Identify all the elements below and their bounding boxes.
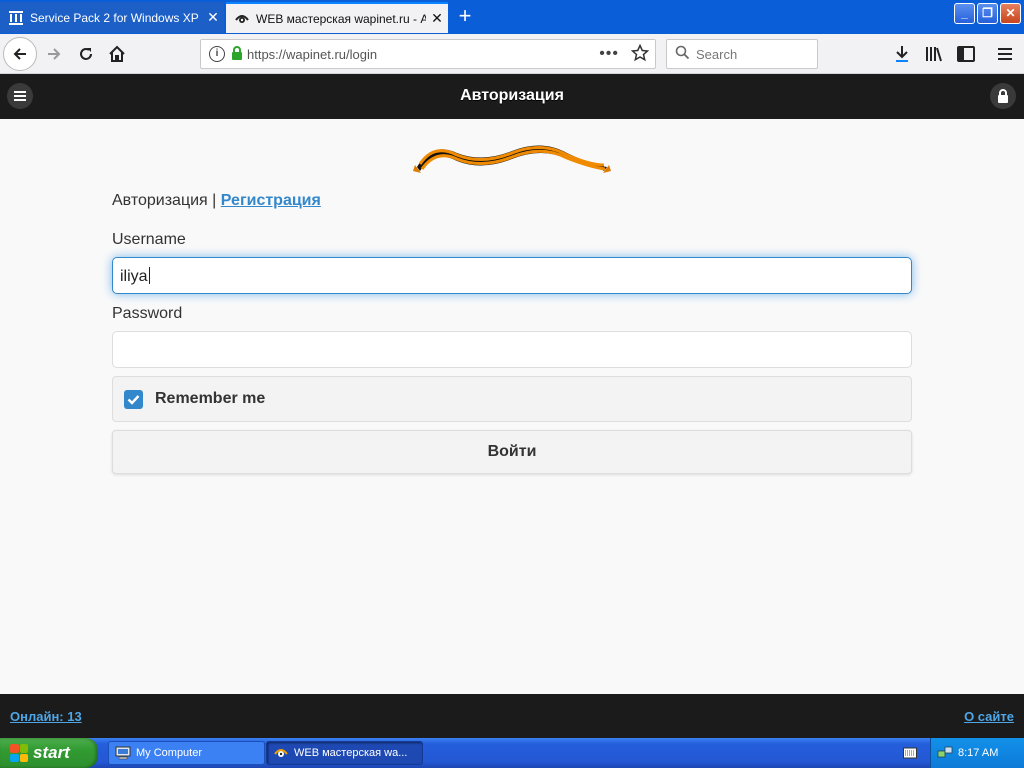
close-window-button[interactable]: ✕	[1000, 3, 1021, 24]
login-lock-button[interactable]	[990, 83, 1016, 109]
network-icon[interactable]	[937, 745, 953, 764]
wapinet-favicon-icon	[234, 11, 250, 27]
login-button[interactable]: Войти	[112, 430, 912, 474]
username-value: iliya	[120, 268, 148, 285]
back-button[interactable]	[3, 37, 37, 71]
close-tab-icon[interactable]: ✕	[202, 9, 224, 26]
clock: 8:17 AM	[958, 747, 999, 759]
system-tray: 8:17 AM	[930, 738, 1024, 768]
browser-tab-strip: Service Pack 2 for Windows XP (P ✕ WEB м…	[0, 0, 1024, 34]
password-label: Password	[112, 305, 183, 322]
forward-button[interactable]	[38, 38, 70, 70]
auth-navigation: Авторизация | Регистрация	[112, 192, 321, 210]
text-caret	[148, 267, 150, 284]
taskbar-item-browser[interactable]: WEB мастерская wa...	[266, 741, 423, 765]
about-link[interactable]: О сайте	[964, 709, 1014, 724]
page-actions-icon[interactable]: •••	[599, 45, 619, 63]
restore-button[interactable]: ❐	[977, 3, 998, 24]
window-controls: _ ❐ ✕	[954, 3, 1021, 24]
url-text: https://wapinet.ru/login	[247, 46, 378, 62]
navigation-toolbar: i https://wapinet.ru/login ••• Search	[0, 34, 1024, 74]
info-icon[interactable]: i	[209, 46, 225, 62]
home-button[interactable]	[101, 38, 133, 70]
checkbox-checked-icon[interactable]	[124, 389, 143, 409]
lock-icon	[231, 45, 243, 63]
taskbar-item-label: My Computer	[136, 747, 203, 759]
password-field[interactable]	[112, 331, 912, 368]
tab-service-pack[interactable]: Service Pack 2 for Windows XP (P ✕	[0, 2, 224, 33]
taskbar-item-my-computer[interactable]: My Computer	[108, 741, 265, 765]
minimize-button[interactable]: _	[954, 3, 975, 24]
remember-me-label: Remember me	[155, 390, 266, 407]
tab-title: WEB мастерская wapinet.ru - Авт	[256, 11, 426, 26]
st-george-ribbon-image	[413, 145, 611, 173]
bookmark-star-icon[interactable]	[630, 43, 650, 65]
lock-icon	[998, 89, 1008, 103]
separator: |	[212, 192, 217, 209]
search-input[interactable]: Search	[666, 39, 818, 69]
page-footer: Онлайн: 13 О сайте	[0, 694, 1024, 738]
sidebar-icon[interactable]	[951, 38, 981, 70]
login-form-area: Авторизация | Регистрация Username iliya…	[0, 119, 1024, 694]
username-field[interactable]: iliya	[112, 257, 912, 294]
computer-icon	[115, 745, 131, 761]
arrow-right-icon	[48, 48, 61, 60]
username-label: Username	[112, 231, 186, 248]
start-label: start	[33, 743, 70, 762]
tab-title: Service Pack 2 for Windows XP (P	[30, 10, 202, 25]
windows-logo-icon	[10, 744, 28, 762]
museum-icon	[8, 10, 24, 26]
address-bar[interactable]: i https://wapinet.ru/login •••	[200, 39, 656, 69]
close-tab-icon[interactable]: ✕	[426, 10, 448, 27]
keyboard-icon[interactable]	[903, 746, 917, 764]
downloads-icon[interactable]	[887, 38, 917, 70]
search-icon	[675, 45, 690, 63]
home-icon	[109, 45, 125, 62]
taskbar: start My Computer WEB мастерская wa... 8…	[0, 738, 1024, 768]
arrow-left-icon	[13, 48, 26, 60]
reload-icon	[80, 48, 92, 60]
hamburger-menu-icon[interactable]	[990, 38, 1020, 70]
reload-button[interactable]	[70, 38, 102, 70]
search-placeholder: Search	[696, 46, 738, 62]
new-tab-button[interactable]: +	[452, 4, 478, 30]
page-title: Авторизация	[460, 87, 564, 104]
wapinet-favicon-icon	[273, 745, 289, 761]
start-button[interactable]: start	[0, 738, 98, 768]
remember-me-checkbox[interactable]: Remember me	[112, 376, 912, 422]
online-count-link[interactable]: Онлайн: 13	[10, 709, 82, 724]
library-icon[interactable]	[919, 38, 949, 70]
taskbar-item-label: WEB мастерская wa...	[294, 747, 408, 759]
register-link[interactable]: Регистрация	[221, 192, 321, 209]
tab-wapinet[interactable]: WEB мастерская wapinet.ru - Авт ✕	[226, 2, 448, 33]
auth-label: Авторизация	[112, 192, 208, 209]
page-header: Авторизация	[0, 74, 1024, 119]
